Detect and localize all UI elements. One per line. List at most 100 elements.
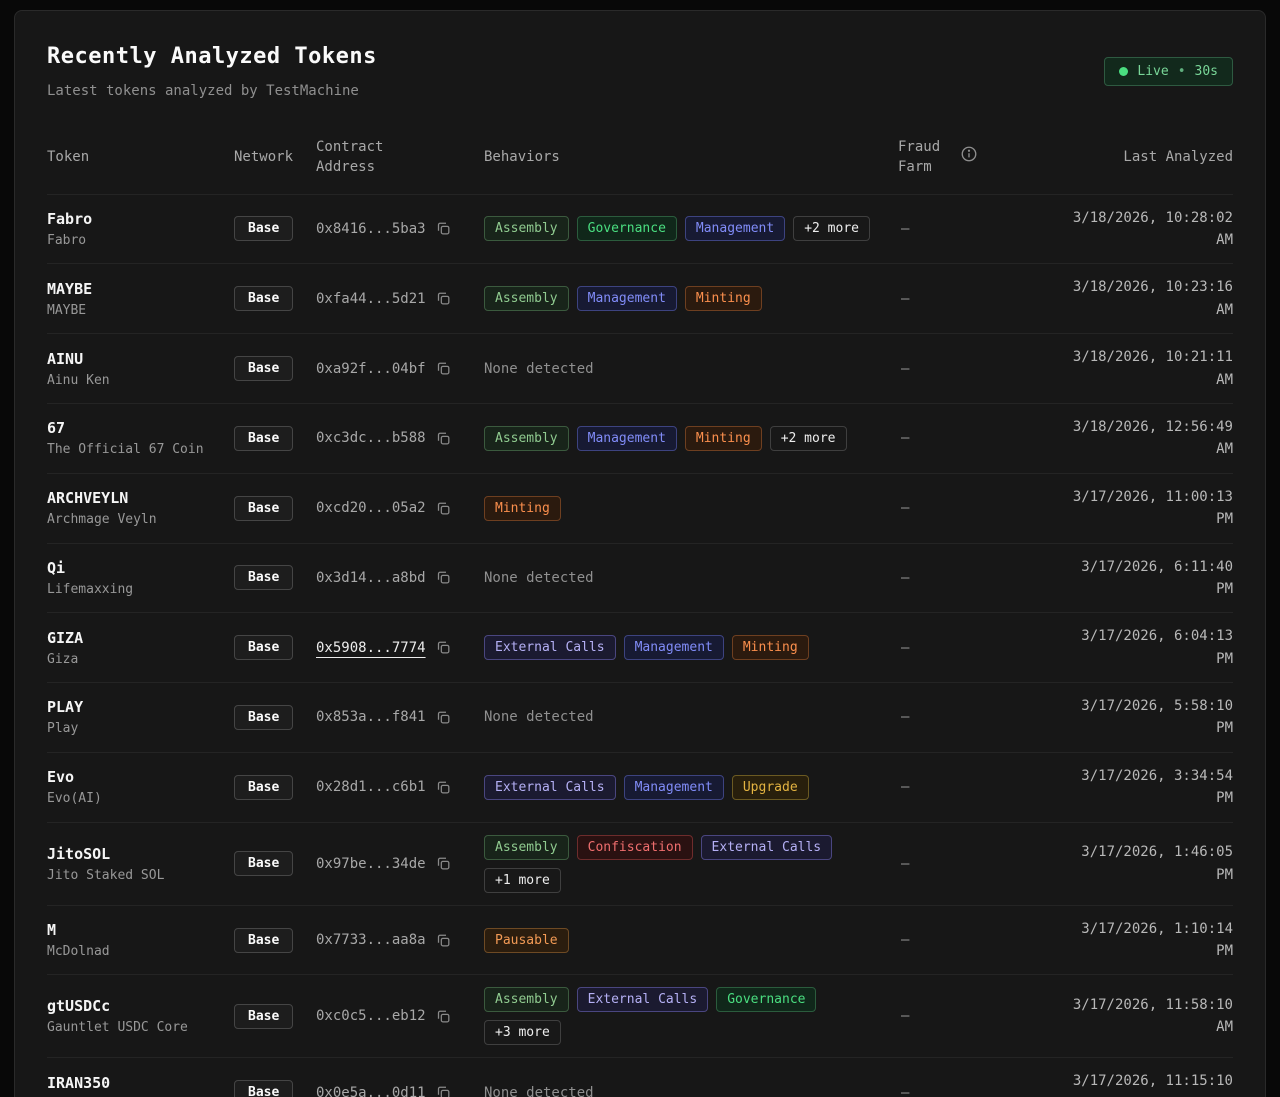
behavior-badge-management: Management xyxy=(577,286,677,311)
token-name: Lifemaxxing xyxy=(47,582,234,597)
token-symbol: MAYBE xyxy=(47,280,234,298)
token-symbol: GIZA xyxy=(47,629,234,647)
copy-icon[interactable] xyxy=(436,570,451,585)
network-badge: Base xyxy=(234,928,293,953)
none-detected-label: None detected xyxy=(484,1085,594,1097)
contract-address-link[interactable]: 0x853a...f841 xyxy=(316,709,426,725)
behavior-badge-management: Management xyxy=(624,635,724,660)
fraud-farm-value: — xyxy=(898,221,1042,237)
table-row[interactable]: JitoSOL Jito Staked SOL Base 0x97be...34… xyxy=(47,822,1233,905)
last-analyzed-cell: 3/17/2026, 1:10:14 PM xyxy=(1042,918,1233,963)
token-symbol: Evo xyxy=(47,768,234,786)
copy-icon[interactable] xyxy=(436,1009,451,1024)
table-row[interactable]: AINU Ainu Ken Base 0xa92f...04bf None de… xyxy=(47,333,1233,403)
copy-icon[interactable] xyxy=(436,1085,451,1097)
copy-icon[interactable] xyxy=(436,291,451,306)
network-badge: Base xyxy=(234,286,293,311)
contract-address-link[interactable]: 0xa92f...04bf xyxy=(316,361,426,377)
table-row[interactable]: ARCHVEYLN Archmage Veyln Base 0xcd20...0… xyxy=(47,473,1233,543)
copy-icon[interactable] xyxy=(436,856,451,871)
behaviors-cell: None detected xyxy=(484,570,898,586)
table-row[interactable]: MAYBE MAYBE Base 0xfa44...5d21 AssemblyM… xyxy=(47,263,1233,333)
last-analyzed-cell: 3/17/2026, 6:04:13 PM xyxy=(1042,625,1233,670)
network-cell: Base xyxy=(234,286,316,311)
contract-address-link[interactable]: 0x5908...7774 xyxy=(316,640,426,656)
last-analyzed-value: 3/17/2026, 5:58:10 PM xyxy=(1061,695,1233,740)
contract-address-link[interactable]: 0x0e5a...0d11 xyxy=(316,1085,426,1097)
none-detected-label: None detected xyxy=(484,709,594,725)
behavior-badge-management: Management xyxy=(624,775,724,800)
contract-cell: 0x97be...34de xyxy=(316,856,484,872)
token-cell: IRAN350 IRAN350 xyxy=(47,1074,234,1097)
token-name: Giza xyxy=(47,652,234,667)
table-row[interactable]: Fabro Fabro Base 0x8416...5ba3 AssemblyG… xyxy=(47,195,1233,264)
last-analyzed-value: 3/17/2026, 3:34:54 PM xyxy=(1061,765,1233,810)
token-name: Archmage Veyln xyxy=(47,512,234,527)
token-name: Play xyxy=(47,721,234,736)
table-row[interactable]: Evo Evo(AI) Base 0x28d1...c6b1 External … xyxy=(47,752,1233,822)
fraud-farm-value: — xyxy=(898,291,1042,307)
network-cell: Base xyxy=(234,426,316,451)
token-symbol: IRAN350 xyxy=(47,1074,234,1092)
copy-icon[interactable] xyxy=(436,780,451,795)
contract-address-link[interactable]: 0x7733...aa8a xyxy=(316,932,426,948)
contract-cell: 0x5908...7774 xyxy=(316,640,484,656)
contract-address-link[interactable]: 0x97be...34de xyxy=(316,856,426,872)
contract-address-link[interactable]: 0xc0c5...eb12 xyxy=(316,1008,426,1024)
behaviors-cell: AssemblyManagementMinting xyxy=(484,286,898,311)
more-behaviors-badge[interactable]: +2 more xyxy=(770,426,847,451)
copy-icon[interactable] xyxy=(436,221,451,236)
live-status-badge[interactable]: Live • 30s xyxy=(1104,57,1233,86)
copy-icon[interactable] xyxy=(436,501,451,516)
behavior-badge-management: Management xyxy=(685,216,785,241)
last-analyzed-value: 3/18/2026, 10:21:11 AM xyxy=(1061,346,1233,391)
more-behaviors-badge[interactable]: +2 more xyxy=(793,216,870,241)
page-title: Recently Analyzed Tokens xyxy=(47,44,377,69)
contract-address-link[interactable]: 0xcd20...05a2 xyxy=(316,500,426,516)
last-analyzed-cell: 3/18/2026, 10:21:11 AM xyxy=(1042,346,1233,391)
more-behaviors-badge[interactable]: +1 more xyxy=(484,868,561,893)
fraud-farm-value: — xyxy=(898,640,1042,656)
network-cell: Base xyxy=(234,216,316,241)
panel-header: Recently Analyzed Tokens Latest tokens a… xyxy=(47,44,1233,99)
token-cell: gtUSDCc Gauntlet USDC Core xyxy=(47,997,234,1035)
table-row[interactable]: 67 The Official 67 Coin Base 0xc3dc...b5… xyxy=(47,403,1233,473)
copy-icon[interactable] xyxy=(436,933,451,948)
behavior-badge-minting: Minting xyxy=(484,496,561,521)
copy-icon[interactable] xyxy=(436,640,451,655)
token-name: The Official 67 Coin xyxy=(47,442,234,457)
network-cell: Base xyxy=(234,775,316,800)
last-analyzed-value: 3/17/2026, 11:00:13 PM xyxy=(1061,486,1233,531)
copy-icon[interactable] xyxy=(436,361,451,376)
table-row[interactable]: M McDolnad Base 0x7733...aa8a Pausable —… xyxy=(47,905,1233,975)
token-cell: Qi Lifemaxxing xyxy=(47,559,234,597)
behaviors-cell: AssemblyConfiscationExternal Calls+1 mor… xyxy=(484,835,898,893)
contract-address-link[interactable]: 0x8416...5ba3 xyxy=(316,221,426,237)
token-symbol: PLAY xyxy=(47,698,234,716)
live-label: Live xyxy=(1137,64,1168,79)
copy-icon[interactable] xyxy=(436,710,451,725)
behavior-badge-external_calls: External Calls xyxy=(577,987,709,1012)
table-row[interactable]: GIZA Giza Base 0x5908...7774 External Ca… xyxy=(47,612,1233,682)
copy-icon[interactable] xyxy=(436,431,451,446)
token-symbol: AINU xyxy=(47,350,234,368)
more-behaviors-badge[interactable]: +3 more xyxy=(484,1020,561,1045)
table-row[interactable]: Qi Lifemaxxing Base 0x3d14...a8bd None d… xyxy=(47,543,1233,613)
contract-address-link[interactable]: 0x28d1...c6b1 xyxy=(316,779,426,795)
network-badge: Base xyxy=(234,635,293,660)
contract-cell: 0xc3dc...b588 xyxy=(316,430,484,446)
behavior-badge-minting: Minting xyxy=(685,426,762,451)
token-name: Gauntlet USDC Core xyxy=(47,1020,234,1035)
info-icon[interactable] xyxy=(960,145,1016,169)
contract-cell: 0x7733...aa8a xyxy=(316,932,484,948)
table-row[interactable]: PLAY Play Base 0x853a...f841 None detect… xyxy=(47,682,1233,752)
last-analyzed-cell: 3/18/2026, 12:56:49 AM xyxy=(1042,416,1233,461)
last-analyzed-cell: 3/17/2026, 11:00:13 PM xyxy=(1042,486,1233,531)
contract-address-link[interactable]: 0x3d14...a8bd xyxy=(316,570,426,586)
table-row[interactable]: gtUSDCc Gauntlet USDC Core Base 0xc0c5..… xyxy=(47,974,1233,1057)
table-row[interactable]: IRAN350 IRAN350 Base 0x0e5a...0d11 None … xyxy=(47,1057,1233,1097)
behavior-badge-minting: Minting xyxy=(685,286,762,311)
contract-address-link[interactable]: 0xfa44...5d21 xyxy=(316,291,426,307)
behavior-badge-confiscation: Confiscation xyxy=(577,835,693,860)
contract-address-link[interactable]: 0xc3dc...b588 xyxy=(316,430,426,446)
